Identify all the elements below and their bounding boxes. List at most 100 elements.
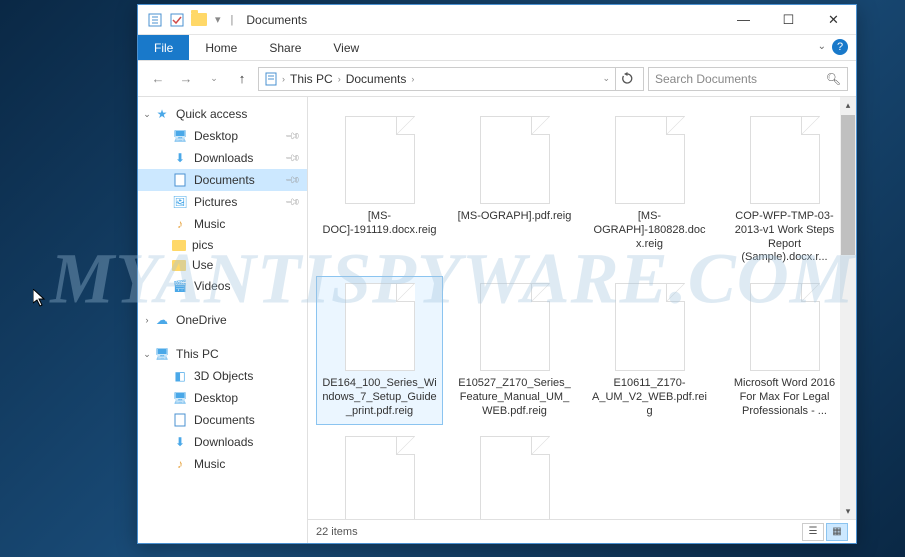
file-icon <box>345 116 415 204</box>
quick-access-label: Quick access <box>176 107 247 121</box>
file-item[interactable]: COP-WFP-TMP-03-2013-v1 Work Steps Report… <box>721 109 848 272</box>
folder-icon[interactable] <box>190 11 208 29</box>
search-icon[interactable]: 🔍︎ <box>826 72 841 86</box>
pin-icon: 📌︎ <box>284 194 301 211</box>
sidebar-item-downloads2[interactable]: ⬇Downloads <box>138 431 307 453</box>
desktop-icon: 🖥︎ <box>172 390 188 406</box>
file-item[interactable] <box>451 429 578 519</box>
sidebar-item-music[interactable]: ♪Music <box>138 213 307 235</box>
navigation-pane[interactable]: ⌄ ★ Quick access 🖥︎Desktop📌︎ ⬇Downloads📌… <box>138 97 308 543</box>
content-area: ⌄ ★ Quick access 🖥︎Desktop📌︎ ⬇Downloads📌… <box>138 97 856 543</box>
sidebar-item-documents2[interactable]: Documents <box>138 409 307 431</box>
forward-button[interactable]: → <box>174 67 198 91</box>
folder-icon <box>172 240 186 251</box>
address-dropdown-icon[interactable]: ⌄ <box>599 73 613 84</box>
qat-dropdown-icon[interactable]: ▾ <box>215 13 221 26</box>
window-title: Documents <box>246 13 307 27</box>
titlebar[interactable]: ▾ | Documents — ☐ ✕ <box>138 5 856 35</box>
minimize-button[interactable]: — <box>721 5 766 35</box>
file-icon <box>750 283 820 371</box>
sidebar-item-pictures[interactable]: 🖼︎Pictures📌︎ <box>138 191 307 213</box>
breadcrumb-documents[interactable]: Documents <box>344 72 409 86</box>
sidebar-item-desktop2[interactable]: 🖥︎Desktop <box>138 387 307 409</box>
quick-access-toolbar: ▾ | Documents <box>138 11 307 29</box>
chevron-right-icon[interactable]: › <box>408 74 417 84</box>
sidebar-item-3dobjects[interactable]: ◧3D Objects <box>138 365 307 387</box>
tree-onedrive[interactable]: ›☁OneDrive <box>138 309 307 331</box>
chevron-right-icon[interactable]: › <box>335 74 344 84</box>
download-icon: ⬇ <box>172 434 188 450</box>
file-icon <box>345 283 415 371</box>
view-switcher: ☰ ▦ <box>802 523 848 541</box>
maximize-button[interactable]: ☐ <box>766 5 811 35</box>
tree-thispc[interactable]: ⌄🖥︎This PC <box>138 343 307 365</box>
file-item[interactable] <box>316 429 443 519</box>
file-item[interactable]: DE164_100_Series_Windows_7_Setup_Guide_p… <box>316 276 443 425</box>
picture-icon: 🖼︎ <box>172 194 188 210</box>
chevron-down-icon[interactable]: ⌄ <box>142 349 152 360</box>
tree-quick-access[interactable]: ⌄ ★ Quick access <box>138 103 307 125</box>
ribbon-tab-home[interactable]: Home <box>189 35 253 60</box>
scroll-up-icon[interactable]: ▴ <box>840 97 856 113</box>
ribbon: File Home Share View ⌄ ? <box>138 35 856 61</box>
search-input[interactable]: Search Documents 🔍︎ <box>648 67 848 91</box>
navigation-bar: ← → ⌄ ↑ › This PC › Documents › ⌄ Search… <box>138 61 856 97</box>
refresh-button[interactable] <box>615 67 639 91</box>
file-icon <box>480 116 550 204</box>
file-item[interactable]: Microsoft Word 2016 For Max For Legal Pr… <box>721 276 848 425</box>
up-button[interactable]: ↑ <box>230 67 254 91</box>
pin-icon: 📌︎ <box>284 172 301 189</box>
ribbon-tab-file[interactable]: File <box>138 35 189 60</box>
details-view-button[interactable]: ☰ <box>802 523 824 541</box>
search-placeholder: Search Documents <box>655 72 757 86</box>
files-grid[interactable]: [MS-DOC]-191119.docx.reig [MS-OGRAPH].pd… <box>308 97 856 519</box>
address-bar[interactable]: › This PC › Documents › ⌄ <box>258 67 644 91</box>
pin-icon: 📌︎ <box>284 128 301 145</box>
file-item[interactable]: E10527_Z170_Series_Feature_Manual_UM_WEB… <box>451 276 578 425</box>
sidebar-item-downloads[interactable]: ⬇Downloads📌︎ <box>138 147 307 169</box>
recent-dropdown-icon[interactable]: ⌄ <box>202 67 226 91</box>
sidebar-item-documents[interactable]: Documents📌︎ <box>138 169 307 191</box>
properties-icon[interactable] <box>146 11 164 29</box>
file-item[interactable]: [MS-OGRAPH]-180828.docx.reig <box>586 109 713 272</box>
chevron-right-icon[interactable]: › <box>279 74 288 84</box>
breadcrumb-thispc[interactable]: This PC <box>288 72 335 86</box>
scrollbar[interactable]: ▴ ▾ <box>840 97 856 519</box>
title-separator: | <box>231 14 234 26</box>
doc-icon <box>263 71 279 87</box>
help-icon[interactable]: ? <box>832 39 848 55</box>
ribbon-expand-icon[interactable]: ⌄ <box>818 41 826 52</box>
pc-icon: 🖥︎ <box>154 346 170 362</box>
file-icon <box>345 436 415 519</box>
file-icon <box>615 283 685 371</box>
ribbon-tab-share[interactable]: Share <box>253 35 317 60</box>
video-icon: 🎬︎ <box>172 278 188 294</box>
doc-icon <box>172 172 188 188</box>
sidebar-item-music2[interactable]: ♪Music <box>138 453 307 475</box>
sidebar-item-videos[interactable]: 🎬︎Videos <box>138 275 307 297</box>
chevron-right-icon[interactable]: › <box>142 315 152 325</box>
file-icon <box>480 283 550 371</box>
sidebar-item-use[interactable]: Use <box>138 255 307 275</box>
icons-view-button[interactable]: ▦ <box>826 523 848 541</box>
pin-icon: 📌︎ <box>284 150 301 167</box>
music-icon: ♪ <box>172 216 188 232</box>
main-pane: [MS-DOC]-191119.docx.reig [MS-OGRAPH].pd… <box>308 97 856 543</box>
window-controls: — ☐ ✕ <box>721 5 856 35</box>
file-item[interactable]: E10611_Z170-A_UM_V2_WEB.pdf.reig <box>586 276 713 425</box>
scroll-down-icon[interactable]: ▾ <box>840 503 856 519</box>
sidebar-item-desktop[interactable]: 🖥︎Desktop📌︎ <box>138 125 307 147</box>
sidebar-item-pics[interactable]: pics <box>138 235 307 255</box>
close-button[interactable]: ✕ <box>811 5 856 35</box>
cloud-icon: ☁ <box>154 312 170 328</box>
chevron-down-icon[interactable]: ⌄ <box>142 109 152 120</box>
mouse-cursor <box>33 289 49 314</box>
doc-icon <box>172 412 188 428</box>
file-item[interactable]: [MS-OGRAPH].pdf.reig <box>451 109 578 272</box>
qat-icon[interactable] <box>168 11 186 29</box>
file-item[interactable]: [MS-DOC]-191119.docx.reig <box>316 109 443 272</box>
back-button[interactable]: ← <box>146 67 170 91</box>
file-icon <box>480 436 550 519</box>
scroll-thumb[interactable] <box>841 115 855 255</box>
ribbon-tab-view[interactable]: View <box>317 35 375 60</box>
